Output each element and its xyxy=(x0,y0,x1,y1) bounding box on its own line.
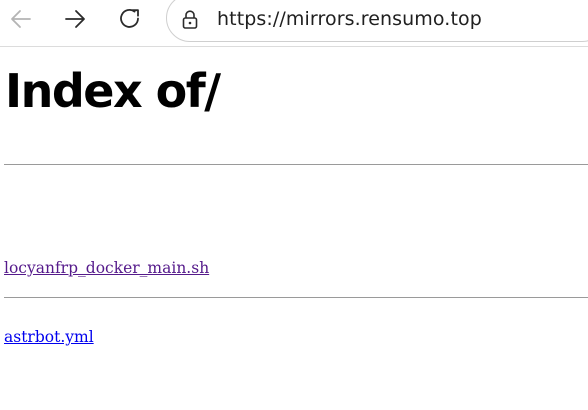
file-link[interactable]: locyanfrp_docker_main.sh xyxy=(4,257,209,280)
page-content: Index of/ locyanfrp_docker_main.sh astrb… xyxy=(0,47,588,410)
back-arrow-icon xyxy=(11,10,31,28)
page-title: Index of/ xyxy=(5,64,221,118)
browser-toolbar: https://mirrors.rensumo.top xyxy=(0,0,588,47)
url-text[interactable]: https://mirrors.rensumo.top xyxy=(217,8,482,30)
reload-icon xyxy=(120,9,139,28)
lock-icon[interactable] xyxy=(179,8,201,30)
address-bar[interactable]: https://mirrors.rensumo.top xyxy=(166,0,588,42)
back-button[interactable] xyxy=(5,3,37,35)
file-link[interactable]: astrbot.yml xyxy=(4,326,209,349)
divider-bottom xyxy=(4,297,588,298)
forward-arrow-icon xyxy=(65,10,85,28)
forward-button[interactable] xyxy=(59,3,91,35)
file-listing: locyanfrp_docker_main.sh astrbot.yml xyxy=(4,211,209,395)
reload-button[interactable] xyxy=(114,3,146,35)
divider-top xyxy=(4,164,588,165)
